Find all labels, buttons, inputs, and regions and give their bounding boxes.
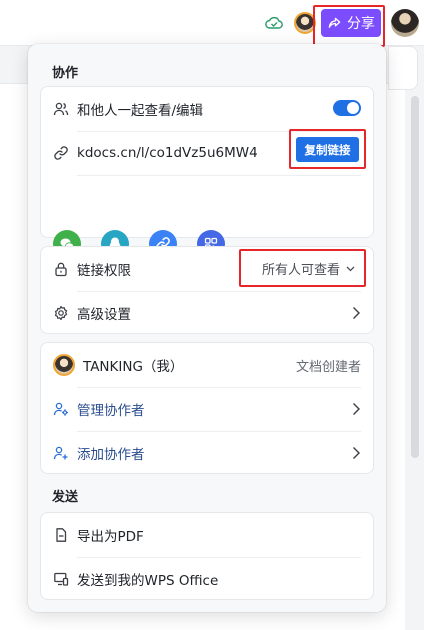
add-collaborator-label: 添加协作者: [77, 447, 145, 463]
chevron-down-icon: [346, 266, 355, 271]
document-edge: [388, 46, 418, 90]
link-permission-label: 链接权限: [77, 263, 131, 279]
link-icon: [54, 146, 68, 160]
collab-section-title: 协作: [52, 66, 79, 81]
share-button-label: 分享: [347, 16, 375, 32]
coedit-label: 和他人一起查看/编辑: [77, 103, 204, 119]
users-icon: [53, 102, 69, 116]
gear-icon: [54, 305, 68, 321]
permission-card: 链接权限 所有人可查看 高级设置: [40, 246, 374, 334]
export-pdf-label: 导出为PDF: [77, 529, 144, 545]
send-card: 导出为PDF 发送到我的WPS Office: [40, 512, 374, 600]
manage-collaborators-row[interactable]: 管理协作者: [53, 387, 361, 431]
top-toolbar: 分享: [0, 0, 424, 47]
copy-link-button[interactable]: 复制链接: [296, 137, 359, 162]
permission-select[interactable]: 所有人可查看: [262, 259, 355, 278]
members-card: TANKING（我） 文档创建者 管理协作者 添加协作者: [40, 342, 374, 474]
device-icon: [54, 572, 69, 586]
share-button[interactable]: 分享: [321, 9, 381, 37]
permission-value: 所有人可查看: [261, 263, 340, 278]
advanced-settings-label: 高级设置: [77, 307, 131, 323]
chevron-right-icon: [353, 403, 360, 415]
share-panel: 协作 和他人一起查看/编辑 kdocs.cn/l/co1dVz5u6MW4 复制…: [28, 44, 386, 612]
owner-avatar: [53, 354, 75, 376]
add-user-icon: [53, 446, 68, 460]
share-link-text[interactable]: kdocs.cn/l/co1dVz5u6MW4: [77, 145, 258, 161]
chevron-right-icon: [353, 447, 360, 459]
owner-name: TANKING（我）: [83, 359, 184, 375]
manage-users-icon: [53, 402, 68, 416]
divider: [77, 175, 361, 176]
user-avatar[interactable]: [391, 9, 419, 37]
manage-collaborators-label: 管理协作者: [77, 403, 145, 419]
advanced-settings-row[interactable]: 高级设置: [53, 291, 361, 335]
send-section-title: 发送: [52, 490, 79, 505]
chevron-right-icon: [353, 307, 360, 319]
coedit-row: 和他人一起查看/编辑: [53, 87, 361, 131]
cloud-saved-icon: [265, 16, 283, 29]
export-pdf-row[interactable]: 导出为PDF: [53, 513, 361, 557]
coedit-toggle[interactable]: [333, 100, 361, 116]
send-to-wps-label: 发送到我的WPS Office: [77, 573, 219, 589]
file-icon: [56, 528, 67, 542]
owner-role: 文档创建者: [295, 360, 361, 375]
lock-icon: [55, 262, 67, 277]
send-to-wps-row[interactable]: 发送到我的WPS Office: [53, 557, 361, 601]
collab-card: 和他人一起查看/编辑 kdocs.cn/l/co1dVz5u6MW4 复制链接: [40, 86, 374, 258]
add-collaborator-row[interactable]: 添加协作者: [53, 431, 361, 475]
scrollbar[interactable]: [411, 96, 419, 458]
share-icon: [328, 17, 341, 28]
